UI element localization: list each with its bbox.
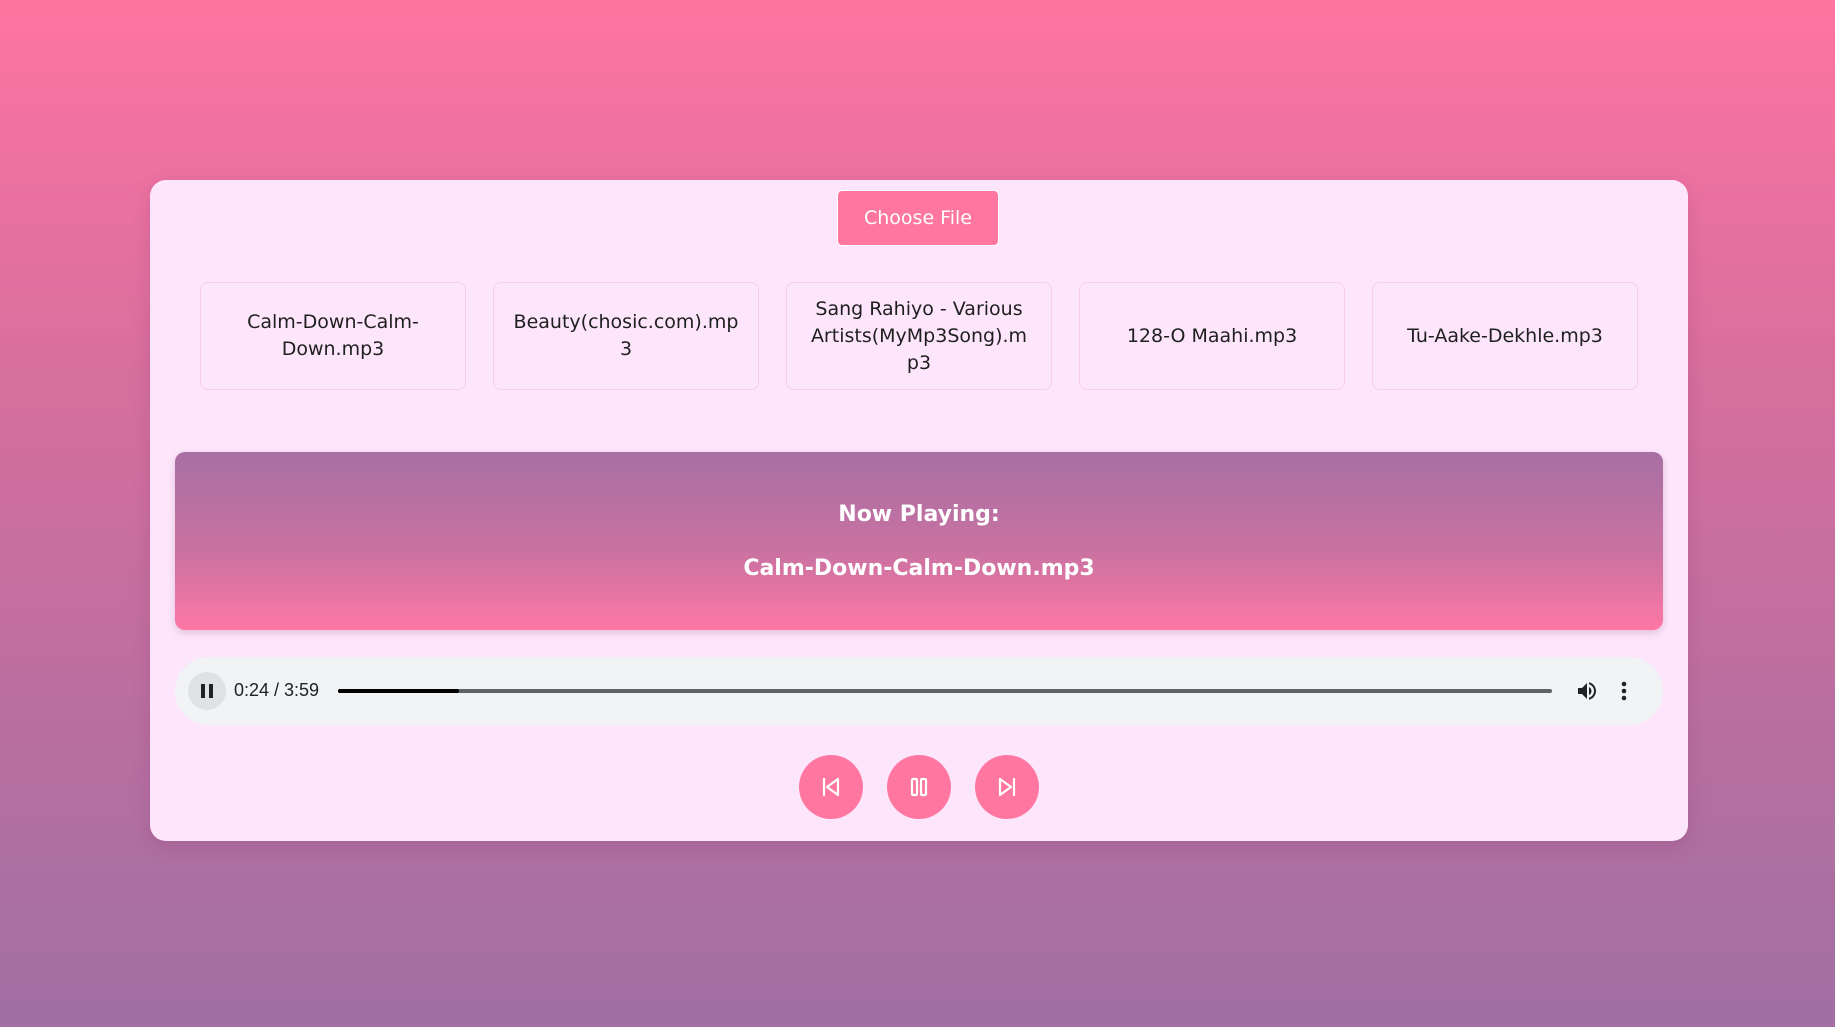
pause-icon <box>910 777 928 797</box>
playlist: Calm-Down-Calm-Down.mp3 Beauty(chosic.co… <box>200 282 1638 390</box>
playlist-item[interactable]: Beauty(chosic.com).mp3 <box>493 282 759 390</box>
now-playing-panel: Now Playing: Calm-Down-Calm-Down.mp3 <box>175 452 1663 630</box>
playlist-item[interactable]: Sang Rahiyo - Various Artists(MyMp3Song)… <box>786 282 1052 390</box>
pause-icon <box>201 684 213 698</box>
audio-seek-bar[interactable] <box>338 689 1552 693</box>
volume-icon[interactable] <box>1575 679 1599 703</box>
playback-controls <box>799 755 1039 819</box>
skip-previous-icon <box>822 777 840 797</box>
player-card: Choose File Calm-Down-Calm-Down.mp3 Beau… <box>150 180 1688 841</box>
more-vert-icon[interactable] <box>1618 679 1630 703</box>
audio-seek-progress <box>338 689 460 693</box>
playlist-item[interactable]: Calm-Down-Calm-Down.mp3 <box>200 282 466 390</box>
now-playing-label: Now Playing: <box>838 502 1000 527</box>
choose-file-button[interactable]: Choose File <box>837 190 999 246</box>
skip-next-icon <box>998 777 1016 797</box>
previous-button[interactable] <box>799 755 863 819</box>
next-button[interactable] <box>975 755 1039 819</box>
audio-play-pause-button[interactable] <box>188 672 226 710</box>
play-pause-button[interactable] <box>887 755 951 819</box>
audio-time-display: 0:24 / 3:59 <box>234 680 320 700</box>
playlist-item[interactable]: 128-O Maahi.mp3 <box>1079 282 1345 390</box>
now-playing-title: Calm-Down-Calm-Down.mp3 <box>743 556 1095 581</box>
playlist-item[interactable]: Tu-Aake-Dekhle.mp3 <box>1372 282 1638 390</box>
audio-player: 0:24 / 3:59 <box>175 657 1663 725</box>
